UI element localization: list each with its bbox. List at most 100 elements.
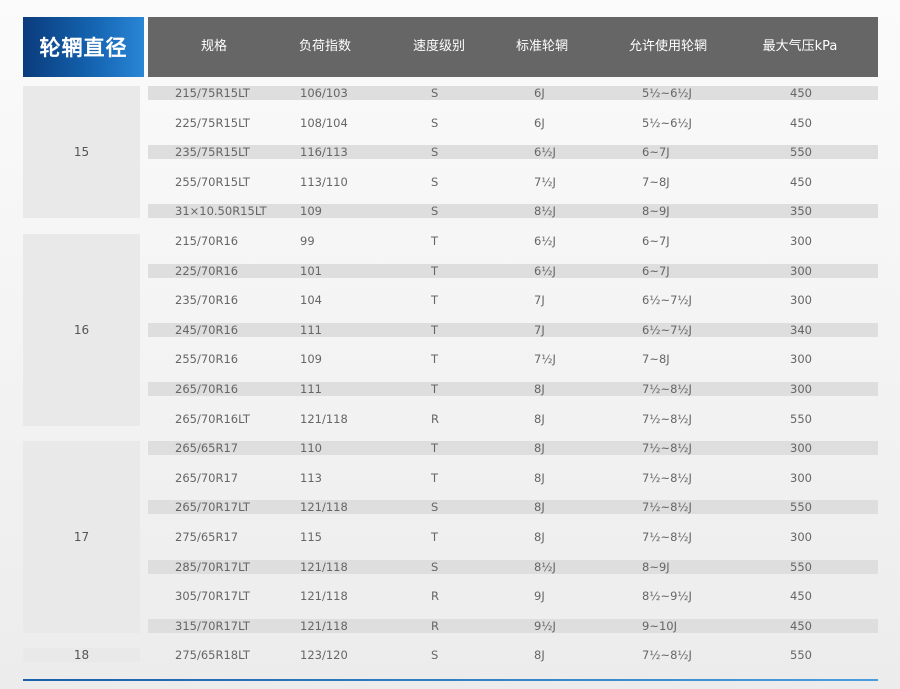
table-row: 245/70R16 111 T 7J 6½~7½J 340 [148,323,878,337]
cell-spec: 225/75R15LT [175,116,250,130]
cell-spec: 315/70R17LT [175,619,250,633]
cell-max-pressure: 450 [790,86,812,100]
cell-max-pressure: 300 [790,293,812,307]
cell-spec: 235/70R16 [175,293,239,307]
cell-spec: 265/70R17 [175,471,239,485]
cell-load-index: 106/103 [300,86,348,100]
table-row: 255/70R15LT 113/110 S 7½J 7~8J 450 [148,175,878,189]
cell-speed-rating: T [431,471,439,485]
cell-max-pressure: 300 [790,530,812,544]
cell-allowed-rim: 7~8J [642,352,670,366]
cell-max-pressure: 450 [790,116,812,130]
cell-spec: 31×10.50R15LT [175,204,267,218]
cell-allowed-rim: 7½~8½J [642,471,692,485]
cell-speed-rating: T [431,323,439,337]
cell-allowed-rim: 6~7J [642,234,670,248]
cell-spec: 215/75R15LT [175,86,250,100]
table-row: 315/70R17LT 121/118 R 9½J 9~10J 450 [148,619,878,633]
cell-speed-rating: T [431,530,439,544]
cell-speed-rating: S [431,648,439,662]
cell-max-pressure: 300 [790,382,812,396]
cell-standard-rim: 7½J [534,352,556,366]
cell-max-pressure: 300 [790,264,812,278]
cell-spec: 275/65R17 [175,530,239,544]
cell-allowed-rim: 7½~8½J [642,382,692,396]
table-title: 轮辋直径 [23,17,144,77]
cell-spec: 225/70R16 [175,264,239,278]
cell-speed-rating: S [431,500,439,514]
cell-allowed-rim: 8~9J [642,560,670,574]
cell-standard-rim: 9½J [534,619,556,633]
cell-load-index: 110 [300,441,322,455]
cell-standard-rim: 8½J [534,204,556,218]
table-row: 265/65R17 110 T 8J 7½~8½J 300 [148,441,878,455]
cell-load-index: 121/118 [300,619,348,633]
cell-speed-rating: S [431,204,439,218]
header-spec: 规格 [200,39,228,54]
cell-speed-rating: S [431,560,439,574]
cell-load-index: 121/118 [300,500,348,514]
cell-standard-rim: 6½J [534,234,556,248]
table-row: 225/75R15LT 108/104 S 6J 5½~6½J 450 [148,116,878,130]
cell-max-pressure: 550 [790,500,812,514]
cell-load-index: 113/110 [300,175,348,189]
cell-max-pressure: 300 [790,234,812,248]
cell-spec: 305/70R17LT [175,589,250,603]
table-row: 265/70R16 111 T 8J 7½~8½J 300 [148,382,878,396]
cell-spec: 265/65R17 [175,441,239,455]
cell-max-pressure: 300 [790,352,812,366]
cell-allowed-rim: 6~7J [642,264,670,278]
cell-max-pressure: 550 [790,648,812,662]
table-row: 285/70R17LT 121/118 S 8½J 8~9J 550 [148,560,878,574]
rim-diameter-group: 16 [23,234,140,426]
cell-max-pressure: 450 [790,589,812,603]
cell-speed-rating: S [431,175,439,189]
cell-load-index: 99 [300,234,315,248]
cell-standard-rim: 7½J [534,175,556,189]
cell-standard-rim: 6½J [534,145,556,159]
cell-speed-rating: T [431,293,439,307]
cell-standard-rim: 7J [534,323,545,337]
cell-allowed-rim: 7½~8½J [642,500,692,514]
cell-max-pressure: 450 [790,619,812,633]
header-speed-rating: 速度级别 [412,39,466,54]
cell-max-pressure: 550 [790,412,812,426]
rim-diameter-group: 18 [23,648,140,662]
cell-standard-rim: 7J [534,293,545,307]
cell-standard-rim: 6½J [534,264,556,278]
cell-speed-rating: T [431,234,439,248]
cell-max-pressure: 550 [790,145,812,159]
cell-speed-rating: T [431,264,439,278]
cell-standard-rim: 8J [534,648,545,662]
cell-speed-rating: R [431,412,439,426]
cell-allowed-rim: 7½~8½J [642,530,692,544]
cell-spec: 215/70R16 [175,234,239,248]
table-header: 规格 负荷指数 速度级别 标准轮辋 允许使用轮辋 最大气压kPa [148,17,878,77]
cell-allowed-rim: 6½~7½J [642,323,692,337]
cell-allowed-rim: 7½~8½J [642,648,692,662]
cell-load-index: 108/104 [300,116,348,130]
cell-spec: 285/70R17LT [175,560,250,574]
rim-diameter-group: 15 [23,86,140,218]
cell-standard-rim: 6J [534,116,545,130]
cell-standard-rim: 8½J [534,560,556,574]
cell-allowed-rim: 8~9J [642,204,670,218]
table-row: 255/70R16 109 T 7½J 7~8J 300 [148,352,878,366]
cell-load-index: 116/113 [300,145,348,159]
table-row: 215/70R16 99 T 6½J 6~7J 300 [148,234,878,248]
cell-spec: 255/70R15LT [175,175,250,189]
cell-spec: 275/65R18LT [175,648,250,662]
bottom-divider [23,679,878,681]
cell-max-pressure: 450 [790,175,812,189]
cell-speed-rating: S [431,86,439,100]
cell-load-index: 101 [300,264,322,278]
cell-load-index: 111 [300,382,322,396]
cell-load-index: 109 [300,352,322,366]
cell-max-pressure: 350 [790,204,812,218]
table-row: 215/75R15LT 106/103 S 6J 5½~6½J 450 [148,86,878,100]
table-row: 235/75R15LT 116/113 S 6½J 6~7J 550 [148,145,878,159]
cell-allowed-rim: 5½~6½J [642,116,692,130]
cell-allowed-rim: 5½~6½J [642,86,692,100]
table-row: 265/70R17LT 121/118 S 8J 7½~8½J 550 [148,500,878,514]
cell-max-pressure: 300 [790,471,812,485]
